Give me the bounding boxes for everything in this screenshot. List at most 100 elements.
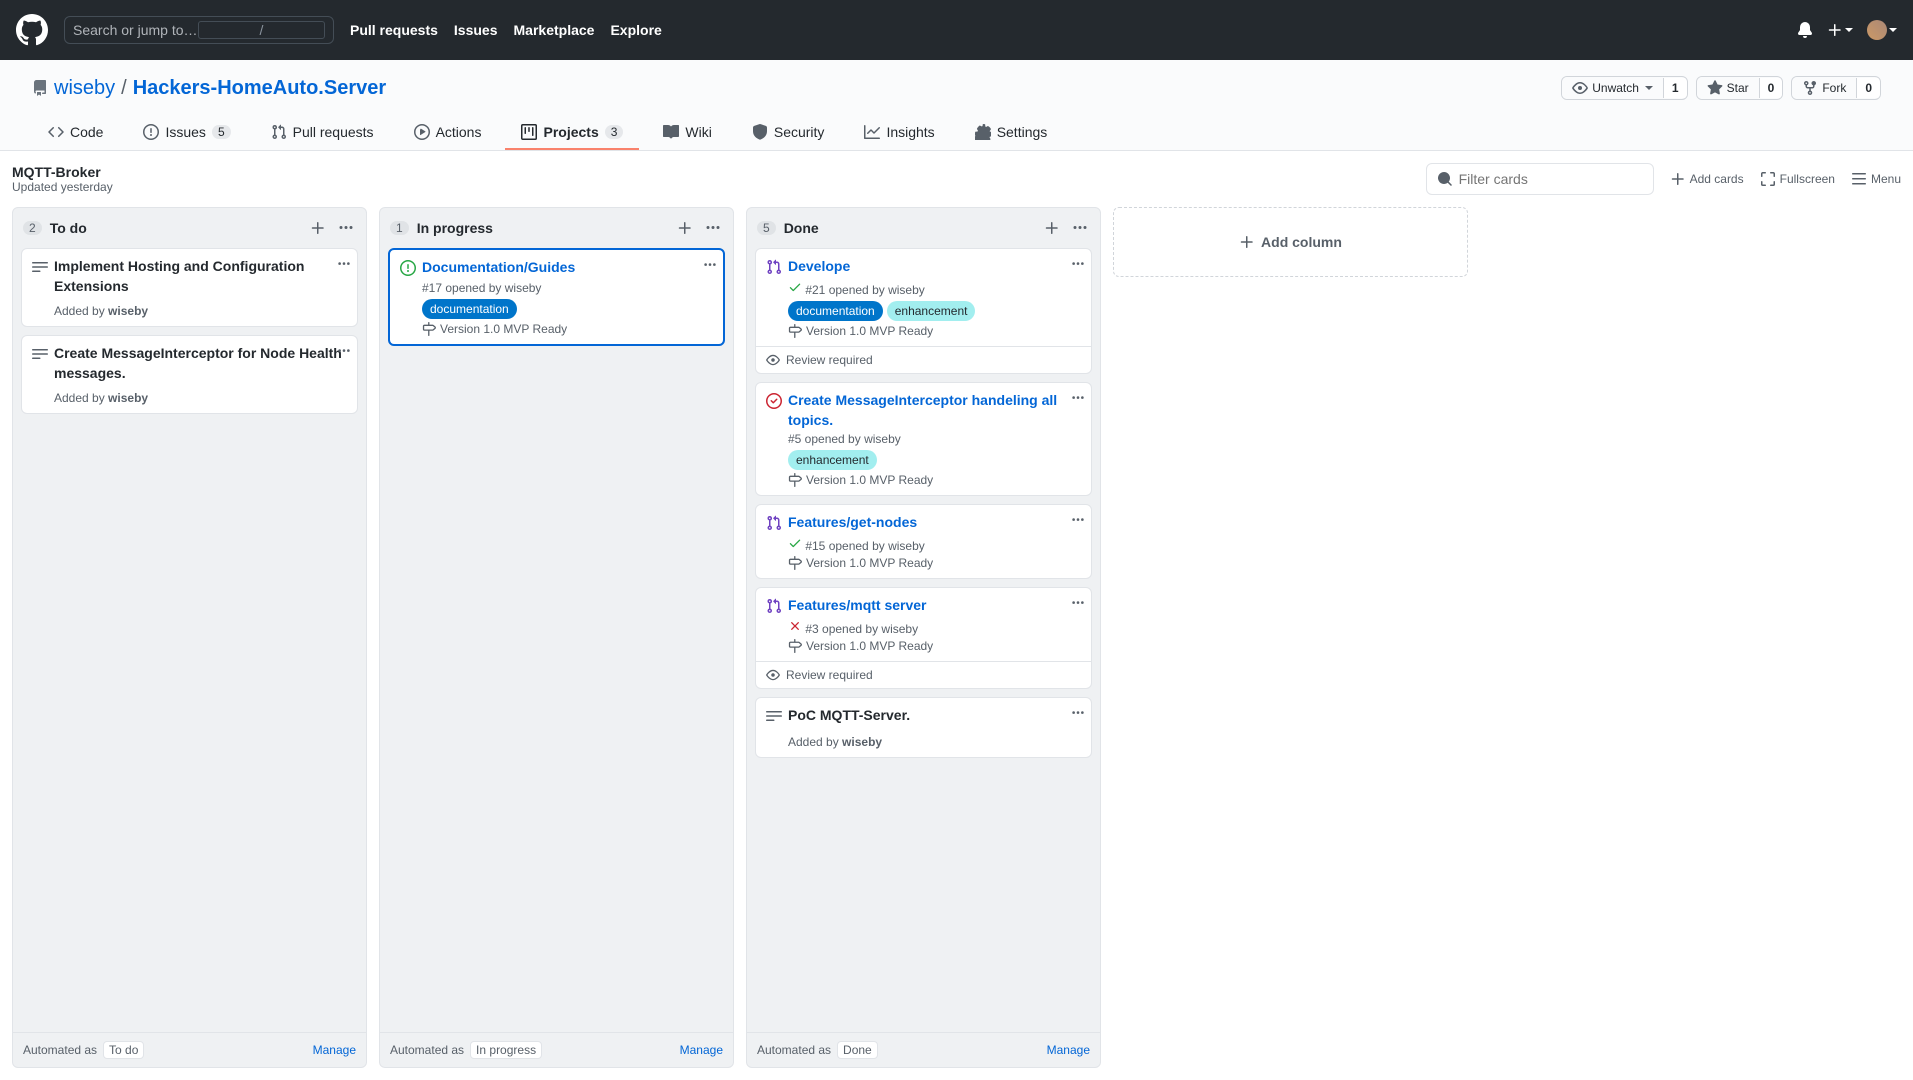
card-title: Implement Hosting and Configuration Exte… (54, 257, 347, 296)
card-subtitle: #5 opened by wiseby (788, 432, 1081, 446)
manage-link[interactable]: Manage (313, 1043, 356, 1057)
column-menu-icon[interactable] (1070, 218, 1090, 238)
fork-button[interactable]: Fork 0 (1791, 76, 1881, 100)
repo-icon (32, 80, 48, 96)
column-title: In progress (417, 220, 667, 236)
label[interactable]: enhancement (887, 301, 976, 321)
github-logo-icon[interactable] (16, 14, 48, 46)
tab-code[interactable]: Code (32, 116, 119, 150)
tab-wiki[interactable]: Wiki (647, 116, 727, 150)
add-column-button[interactable]: Add column (1113, 207, 1468, 277)
card-menu-icon[interactable] (703, 258, 717, 275)
tab-issues[interactable]: Issues5 (127, 116, 246, 150)
label[interactable]: documentation (422, 299, 517, 319)
repo-name-link[interactable]: Hackers-HomeAuto.Server (133, 77, 386, 100)
manage-link[interactable]: Manage (1047, 1043, 1090, 1057)
automation-prefix: Automated as (23, 1043, 97, 1057)
star-button[interactable]: Star0 (1696, 76, 1784, 100)
card[interactable]: Develope #21 opened by wisebydocumentati… (755, 248, 1092, 374)
card-title[interactable]: Develope (788, 257, 1081, 277)
card-type-icon (766, 596, 782, 617)
watch-count[interactable]: 1 (1663, 78, 1687, 98)
column-count: 5 (757, 221, 776, 235)
repo-owner-link[interactable]: wiseby (54, 77, 115, 100)
card-menu-icon[interactable] (1071, 391, 1085, 408)
add-card-icon[interactable] (675, 218, 695, 238)
automation-chip: Done (837, 1041, 878, 1059)
card-subtitle: #3 opened by wiseby (788, 619, 1081, 636)
card-type-icon (32, 344, 48, 365)
card-title[interactable]: Features/mqtt server (788, 596, 1081, 616)
fullscreen-button[interactable]: Fullscreen (1760, 171, 1835, 187)
card[interactable]: PoC MQTT-Server.Added by wiseby (755, 697, 1092, 758)
header-nav: Pull requests Issues Marketplace Explore (350, 22, 662, 38)
card-menu-icon[interactable] (1071, 513, 1085, 530)
card-title: PoC MQTT-Server. (788, 706, 1081, 726)
global-header: Search or jump to… / Pull requests Issue… (0, 0, 1913, 60)
automation-prefix: Automated as (390, 1043, 464, 1057)
label[interactable]: enhancement (788, 450, 877, 470)
card[interactable]: Features/mqtt server #3 opened by wiseby… (755, 587, 1092, 689)
milestone[interactable]: Version 1.0 MVP Ready (422, 322, 713, 336)
breadcrumb: wiseby / Hackers-HomeAuto.Server (32, 77, 386, 100)
add-card-icon[interactable] (1042, 218, 1062, 238)
fork-count[interactable]: 0 (1856, 78, 1880, 98)
card[interactable]: Create MessageInterceptor for Node Healt… (21, 335, 358, 414)
column-todo: 2 To do Implement Hosting and Configurat… (12, 207, 367, 1068)
filter-field[interactable] (1459, 171, 1643, 187)
card-menu-icon[interactable] (1071, 706, 1085, 723)
repo-tabs: Code Issues5 Pull requests Actions Proje… (32, 116, 1881, 150)
card-subtitle: #15 opened by wiseby (788, 536, 1081, 553)
watch-button[interactable]: Unwatch1 (1561, 76, 1687, 100)
repo-header: wiseby / Hackers-HomeAuto.Server Unwatch… (0, 60, 1913, 151)
card[interactable]: Create MessageInterceptor handeling all … (755, 382, 1092, 496)
add-cards-button[interactable]: Add cards (1670, 171, 1744, 187)
tab-pulls[interactable]: Pull requests (255, 116, 390, 150)
milestone[interactable]: Version 1.0 MVP Ready (788, 639, 1081, 653)
column-menu-icon[interactable] (336, 218, 356, 238)
star-count[interactable]: 0 (1759, 78, 1783, 98)
review-status: Review required (756, 661, 1091, 688)
search-input[interactable]: Search or jump to… / (64, 16, 334, 44)
tab-projects[interactable]: Projects3 (505, 116, 639, 150)
notifications-icon[interactable] (1797, 22, 1813, 38)
column-inprogress: 1 In progress Documentation/Guides#17 op… (379, 207, 734, 1068)
card[interactable]: Features/get-nodes #15 opened by wiseby V… (755, 504, 1092, 579)
tab-settings[interactable]: Settings (959, 116, 1064, 150)
project-updated: Updated yesterday (12, 180, 113, 194)
column-count: 1 (390, 221, 409, 235)
fork-label: Fork (1822, 81, 1846, 95)
automation-chip: To do (103, 1041, 144, 1059)
nav-pull-requests[interactable]: Pull requests (350, 22, 438, 38)
nav-marketplace[interactable]: Marketplace (514, 22, 595, 38)
create-new-icon[interactable] (1827, 22, 1853, 38)
column-menu-icon[interactable] (703, 218, 723, 238)
card-menu-icon[interactable] (337, 257, 351, 274)
add-card-icon[interactable] (308, 218, 328, 238)
nav-explore[interactable]: Explore (610, 22, 661, 38)
milestone[interactable]: Version 1.0 MVP Ready (788, 556, 1081, 570)
filter-cards-input[interactable] (1426, 163, 1654, 195)
tab-insights[interactable]: Insights (848, 116, 950, 150)
project-header: MQTT-Broker Updated yesterday Add cards … (0, 151, 1913, 201)
card-added-by: Added by wiseby (54, 391, 347, 405)
tab-actions[interactable]: Actions (398, 116, 498, 150)
search-icon (1437, 171, 1453, 187)
card-title[interactable]: Documentation/Guides (422, 258, 713, 278)
card-menu-icon[interactable] (1071, 596, 1085, 613)
label[interactable]: documentation (788, 301, 883, 321)
card[interactable]: Documentation/Guides#17 opened by wiseby… (388, 248, 725, 346)
automation-prefix: Automated as (757, 1043, 831, 1057)
manage-link[interactable]: Manage (680, 1043, 723, 1057)
nav-issues[interactable]: Issues (454, 22, 498, 38)
card-title[interactable]: Create MessageInterceptor handeling all … (788, 391, 1081, 430)
user-menu[interactable] (1867, 20, 1897, 40)
milestone[interactable]: Version 1.0 MVP Ready (788, 473, 1081, 487)
milestone[interactable]: Version 1.0 MVP Ready (788, 324, 1081, 338)
card[interactable]: Implement Hosting and Configuration Exte… (21, 248, 358, 327)
tab-security[interactable]: Security (736, 116, 841, 150)
menu-button[interactable]: Menu (1851, 171, 1901, 187)
card-menu-icon[interactable] (337, 344, 351, 361)
card-title[interactable]: Features/get-nodes (788, 513, 1081, 533)
card-menu-icon[interactable] (1071, 257, 1085, 274)
